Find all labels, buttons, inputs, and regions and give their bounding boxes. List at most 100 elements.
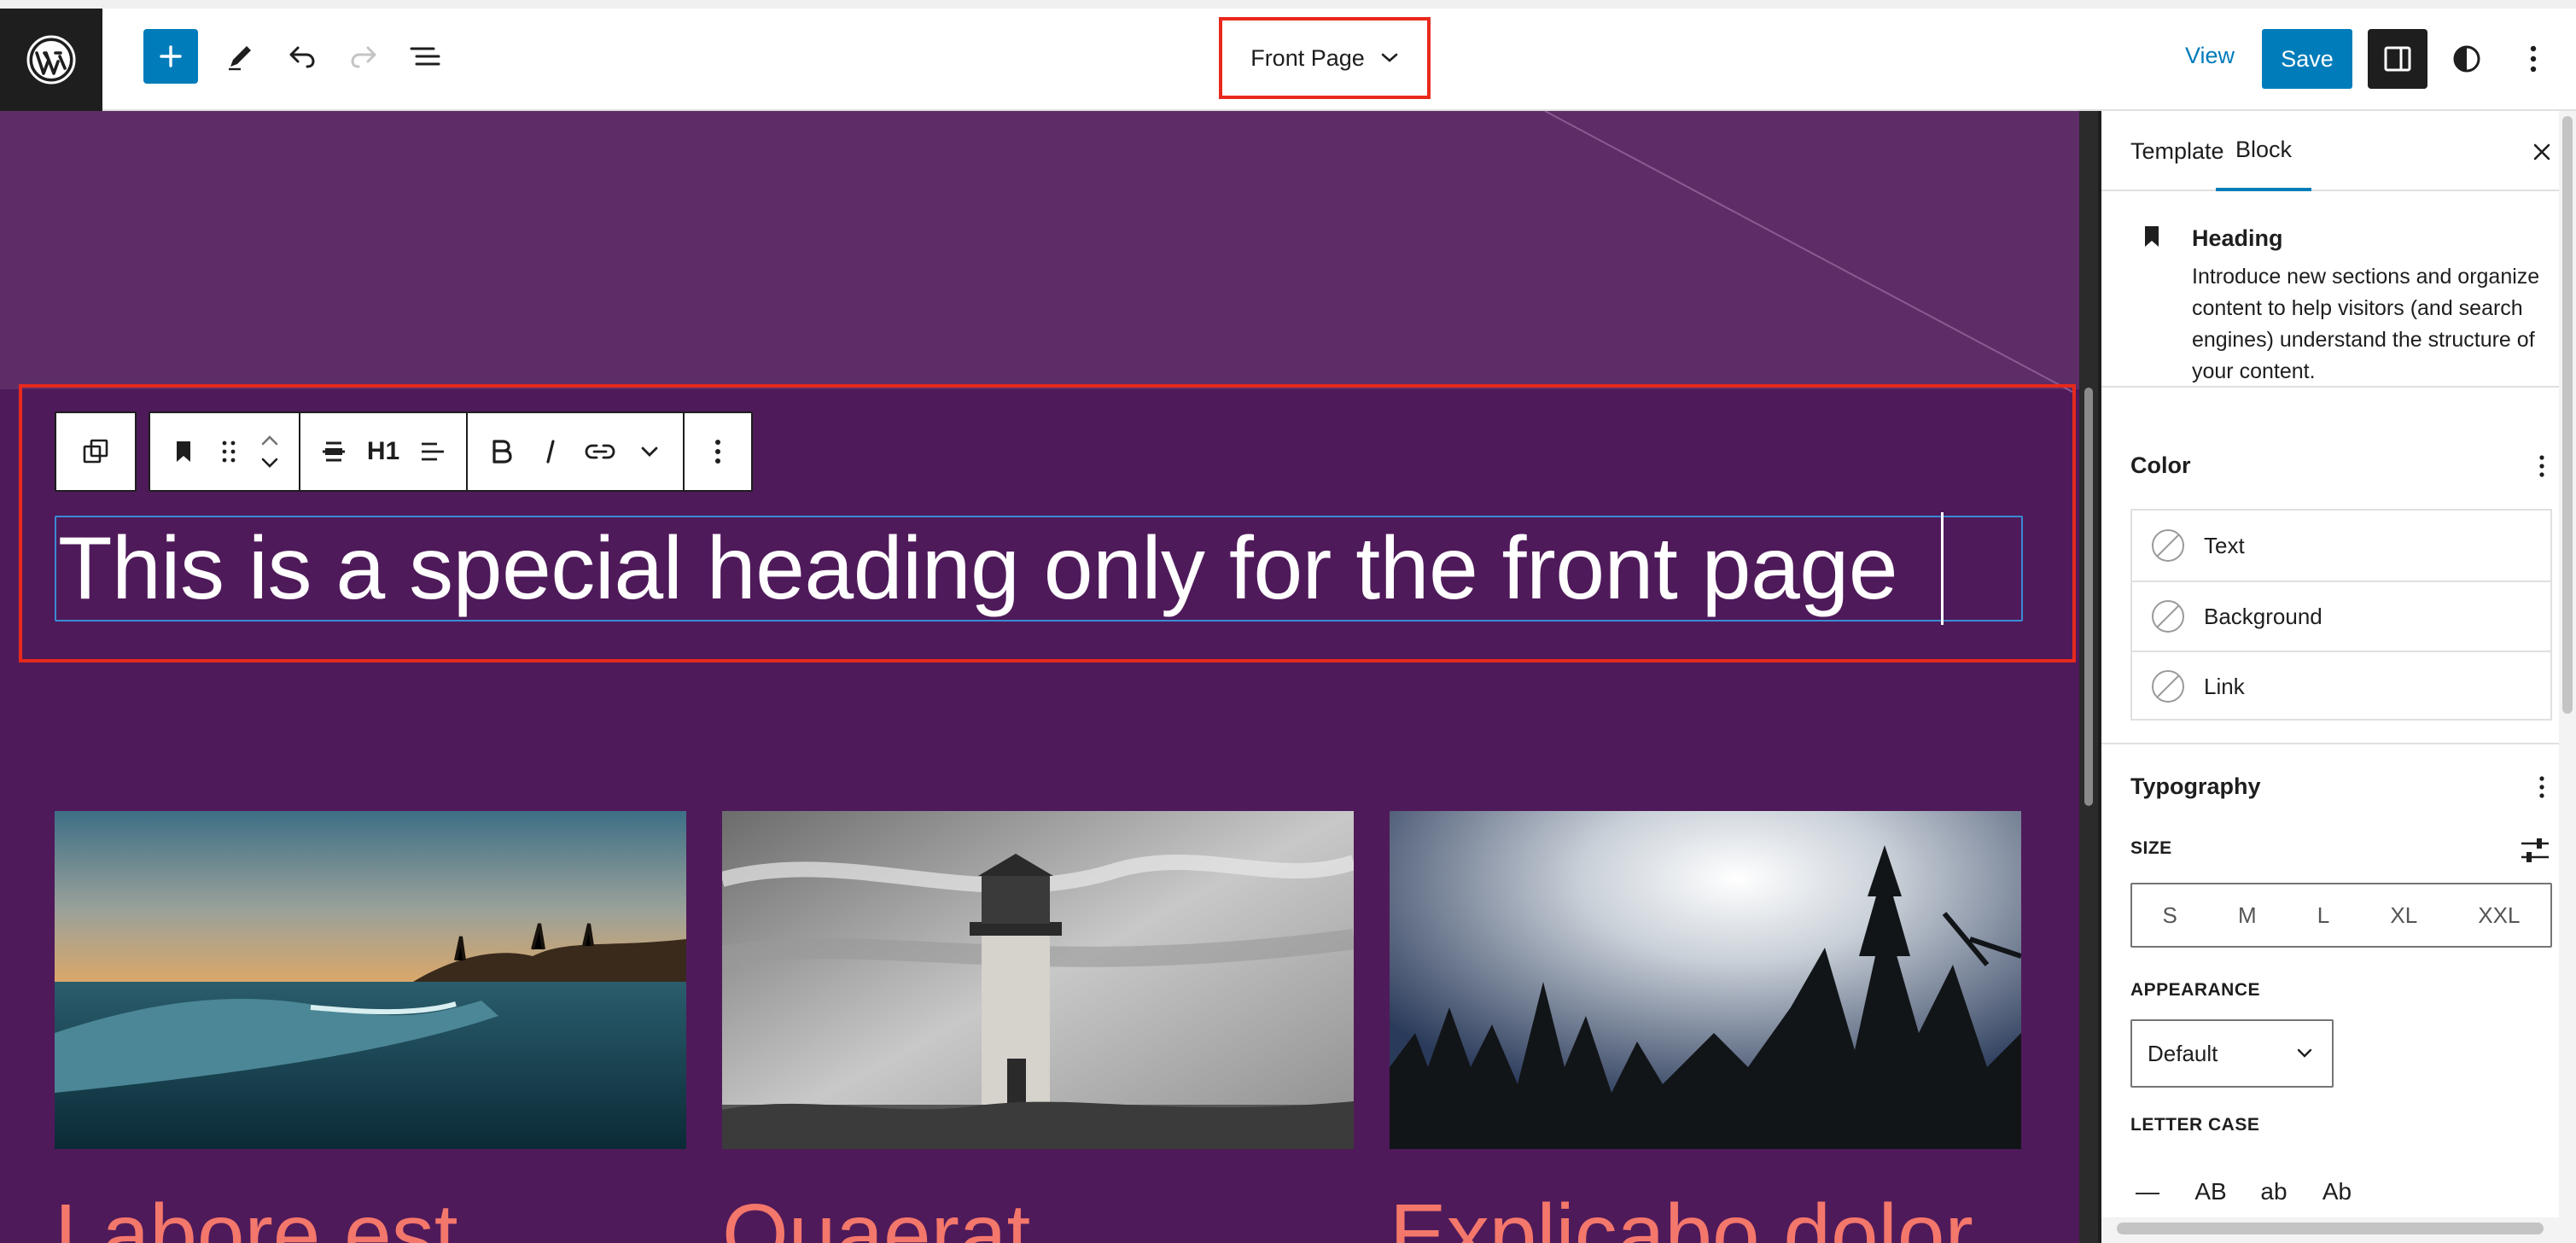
styles-button[interactable] [2439,29,2494,89]
block-options-button[interactable] [693,426,743,477]
move-buttons [249,426,290,477]
options-button[interactable] [2509,29,2557,89]
color-item-text[interactable]: Text [2132,511,2550,581]
more-formats-button[interactable] [625,426,674,477]
block-align-button[interactable] [309,426,358,477]
undo-button[interactable] [275,29,329,84]
letter-case-uppercase[interactable]: AB [2194,1178,2228,1205]
size-option[interactable]: L [2317,902,2329,929]
color-list: Text Background Link [2130,509,2552,721]
color-item-link[interactable]: Link [2132,651,2550,721]
decorative-line [1544,111,2075,393]
size-option[interactable]: XXL [2478,902,2520,929]
post-title-3[interactable]: Explicabo dolor [1390,1183,1973,1243]
half-circle-icon [2453,45,2480,73]
tab-block[interactable]: Block [2216,111,2311,191]
empty-swatch-icon [2152,670,2184,703]
block-card-description: Introduce new sections and organize cont… [2192,265,2540,383]
color-item-background[interactable]: Background [2132,581,2550,651]
parent-block-icon [83,439,108,464]
drag-handle[interactable] [208,426,249,477]
undo-icon [289,46,315,68]
bookmark-icon [2145,226,2159,247]
alignment-section: H1 [300,413,468,490]
redo-icon [351,46,376,68]
wordpress-logo-button[interactable] [0,9,102,111]
size-label: SIZE [2130,838,2172,858]
custom-size-icon[interactable] [2518,833,2552,867]
post-image-3[interactable] [1390,811,2021,1149]
heading-block[interactable]: This is a special heading only for the f… [58,519,1898,618]
canvas-scrollbar-thumb[interactable] [2084,388,2093,806]
post-image-2[interactable] [722,811,1354,1149]
document-title: Front Page [1250,44,1365,71]
appearance-label: APPEARANCE [2130,980,2261,1000]
more-vertical-icon [715,440,720,464]
chevron-down-icon[interactable] [259,452,281,474]
size-option[interactable]: S [2163,902,2177,929]
appearance-select[interactable]: Default [2130,1019,2334,1088]
horizontal-scrollbar-thumb[interactable] [2117,1223,2544,1234]
chevron-down-icon [2297,1048,2312,1058]
view-link[interactable]: View [2185,43,2235,69]
italic-button[interactable] [526,426,575,477]
plus-icon [160,45,182,67]
color-options-button[interactable] [2525,449,2559,483]
chevron-down-icon [1381,53,1398,62]
sidebar-scrollbar-thumb[interactable] [2562,116,2573,714]
align-left-icon [422,442,444,461]
browser-edge [0,0,2576,9]
color-item-label: Link [2204,673,2245,699]
document-title-dropdown[interactable]: Front Page [1219,17,1431,99]
appearance-value: Default [2148,1040,2218,1066]
format-section [468,413,685,490]
lighthouse-image [722,811,1354,1149]
block-controls: H1 [149,411,753,492]
more-vertical-icon [2530,45,2537,73]
block-inserter-button[interactable] [143,29,198,84]
link-icon [585,444,615,459]
letter-case-lowercase[interactable]: ab [2257,1178,2291,1205]
color-panel-title[interactable]: Color [2130,452,2191,479]
settings-sidebar: Template Block Heading Introduce new sec… [2101,111,2576,1243]
letter-case-none[interactable]: — [2130,1178,2165,1205]
redo-button[interactable] [336,29,391,84]
sidebar-tabs: Template Block [2101,111,2559,191]
color-item-label: Text [2204,532,2245,558]
list-view-button[interactable] [398,29,452,84]
block-card: Heading Introduce new sections and organ… [2101,193,2559,388]
list-view-icon [410,47,440,66]
font-size-picker: S M L XL XXL [2130,883,2552,948]
bold-icon [492,440,512,464]
letter-case-capitalize[interactable]: Ab [2320,1178,2354,1205]
close-icon [2533,143,2550,160]
save-button[interactable]: Save [2262,29,2352,89]
tab-template[interactable]: Template [2130,111,2224,191]
text-align-button[interactable] [408,426,458,477]
typography-panel-title[interactable]: Typography [2130,773,2261,800]
forest-image [1390,811,2021,1149]
empty-swatch-icon [2152,529,2184,562]
bold-button[interactable] [476,426,526,477]
block-card-title: Heading [2192,225,2283,251]
block-type-button[interactable] [159,426,208,477]
post-title-2[interactable]: Quaerat [722,1183,1030,1243]
chevron-up-icon[interactable] [259,429,281,452]
typography-options-button[interactable] [2525,770,2559,804]
post-title-1[interactable]: Labore est [55,1183,458,1243]
select-parent-button[interactable] [71,426,120,477]
size-option[interactable]: XL [2390,902,2417,929]
empty-swatch-icon [2152,600,2184,633]
more-vertical-icon [2539,776,2544,798]
post-image-1[interactable] [55,811,686,1149]
settings-toggle-button[interactable] [2368,29,2427,89]
tools-button[interactable] [213,29,268,84]
size-option[interactable]: M [2238,902,2257,929]
italic-icon [546,440,555,464]
close-sidebar-button[interactable] [2525,135,2559,169]
site-editor: Front Page View Save H1 This is a specia… [0,0,2576,1243]
bookmark-icon [177,441,190,462]
color-item-label: Background [2204,603,2322,629]
link-button[interactable] [575,426,625,477]
heading-level-button[interactable]: H1 [358,426,408,477]
